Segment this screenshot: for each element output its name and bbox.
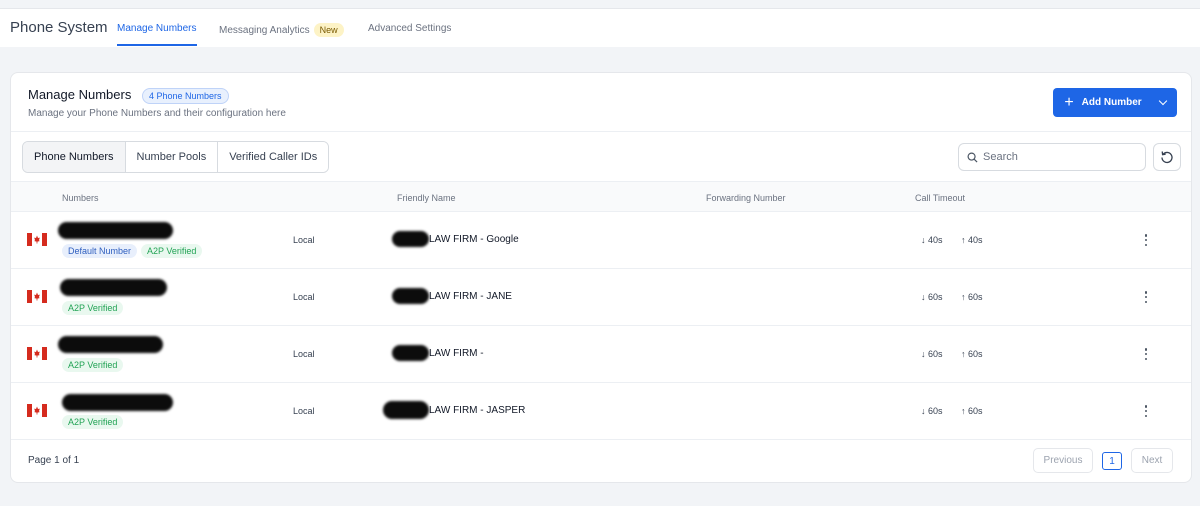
refresh-button[interactable] [1153,143,1181,171]
arrow-down-icon: ↓ [921,349,929,359]
timeout-outbound-value: 60s [968,406,983,416]
card-subtitle: Manage your Phone Numbers and their conf… [28,108,286,119]
redacted-phone-number [58,336,163,353]
row-menu-button[interactable] [1141,232,1151,248]
badge-group: A2P Verified [62,298,127,316]
column-header: Numbers [62,193,99,203]
table-row[interactable]: A2P Verified Local LAW FIRM - JANE ↓ 60s… [11,269,1191,326]
page-number-button[interactable]: 1 [1102,452,1122,470]
plus-icon: + [1064,93,1074,111]
search-icon [967,152,978,163]
subtab-number-pools[interactable]: Number Pools [125,142,219,172]
phone-count-badge: 4 Phone Numbers [142,88,229,104]
timeout-inbound-value: 60s [928,349,943,359]
subtab-group: Phone Numbers Number Pools Verified Call… [22,141,330,173]
timeout-outbound-value: 60s [968,292,983,302]
timeout-inbound: ↓ 60s [921,349,943,359]
redacted-phone-number [58,222,173,239]
timeout-inbound-value: 60s [928,406,943,416]
refresh-icon [1161,151,1173,164]
friendly-name: LAW FIRM - JASPER [429,405,526,416]
friendly-name: LAW FIRM - JANE [429,291,512,302]
timeout-inbound: ↓ 60s [921,292,943,302]
row-menu-button[interactable] [1141,403,1151,419]
number-type: Local [293,292,315,302]
canada-flag-icon [27,233,47,246]
timeout-outbound: ↑ 60s [961,349,983,359]
add-number-button[interactable]: + Add Number [1053,88,1177,117]
redacted-phone-number [62,394,173,411]
default-number-badge: Default Number [62,244,138,258]
timeout-inbound: ↓ 40s [921,235,943,245]
a2p-verified-badge: A2P Verified [141,244,203,258]
timeout-outbound-value: 60s [968,349,983,359]
arrow-up-icon: ↑ [961,349,969,359]
tab-label: Messaging Analytics [219,25,310,36]
timeout-outbound-value: 40s [968,235,983,245]
a2p-verified-badge: A2P Verified [62,358,124,372]
table-row[interactable]: A2P Verified Local LAW FIRM - JASPER ↓ 6… [11,383,1191,440]
timeout-inbound: ↓ 60s [921,406,943,416]
arrow-down-icon: ↓ [921,292,929,302]
column-header: Forwarding Number [706,193,786,203]
column-header: Call Timeout [915,193,966,203]
friendly-name: LAW FIRM - [429,348,484,359]
canada-flag-icon [27,290,47,303]
number-type: Local [293,406,315,416]
arrow-up-icon: ↑ [961,292,969,302]
new-badge: New [313,23,344,37]
chevron-down-icon [1158,96,1167,106]
arrow-down-icon: ↓ [921,235,929,245]
subtab-phone-numbers[interactable]: Phone Numbers [23,142,126,172]
badge-group: A2P Verified [62,355,127,373]
tab-advanced-settings[interactable]: Advanced Settings [368,23,451,34]
subtab-verified-caller-ids[interactable]: Verified Caller IDs [218,142,329,172]
table-row[interactable]: Default Number A2P Verified Local LAW FIR… [11,212,1191,269]
redacted-name-prefix [392,345,429,361]
redacted-name-prefix [383,401,429,419]
timeout-outbound: ↑ 60s [961,406,983,416]
redacted-name-prefix [392,231,429,247]
manage-numbers-card: Manage Numbers 4 Phone Numbers Manage yo… [10,72,1192,483]
redacted-phone-number [60,279,167,296]
row-menu-button[interactable] [1141,346,1151,362]
search-input[interactable] [983,151,1133,163]
app-title: Phone System [10,19,108,36]
previous-page-button[interactable]: Previous [1033,448,1093,473]
canada-flag-icon [27,347,47,360]
search-box [958,143,1146,171]
timeout-outbound: ↑ 60s [961,292,983,302]
top-strip [0,0,1200,9]
column-header: Friendly Name [397,193,456,203]
arrow-down-icon: ↓ [921,406,929,416]
table-row[interactable]: A2P Verified Local LAW FIRM - ↓ 60s ↑ 60… [11,326,1191,383]
table-header: Numbers Friendly Name Forwarding Number … [11,181,1191,212]
page-indicator: Page 1 of 1 [28,455,80,466]
a2p-verified-badge: A2P Verified [62,415,124,429]
friendly-name: LAW FIRM - Google [429,234,519,245]
active-tab-indicator [117,44,197,46]
a2p-verified-badge: A2P Verified [62,301,124,315]
divider [11,131,1191,132]
number-type: Local [293,349,315,359]
redacted-name-prefix [392,288,429,304]
next-page-button[interactable]: Next [1131,448,1173,473]
row-menu-button[interactable] [1141,289,1151,305]
canada-flag-icon [27,404,47,417]
add-number-label: Add Number [1081,97,1142,108]
badge-group: Default Number A2P Verified [62,241,206,259]
badge-group: A2P Verified [62,412,127,430]
number-type: Local [293,235,315,245]
arrow-up-icon: ↑ [961,406,969,416]
card-title: Manage Numbers [28,87,132,102]
top-nav: Phone System Manage Numbers Messaging An… [0,9,1200,47]
tab-manage-numbers[interactable]: Manage Numbers [117,23,196,34]
arrow-up-icon: ↑ [961,235,969,245]
timeout-inbound-value: 40s [928,235,943,245]
timeout-outbound: ↑ 40s [961,235,983,245]
timeout-inbound-value: 60s [928,292,943,302]
tab-messaging-analytics[interactable]: Messaging Analytics New [219,23,344,37]
